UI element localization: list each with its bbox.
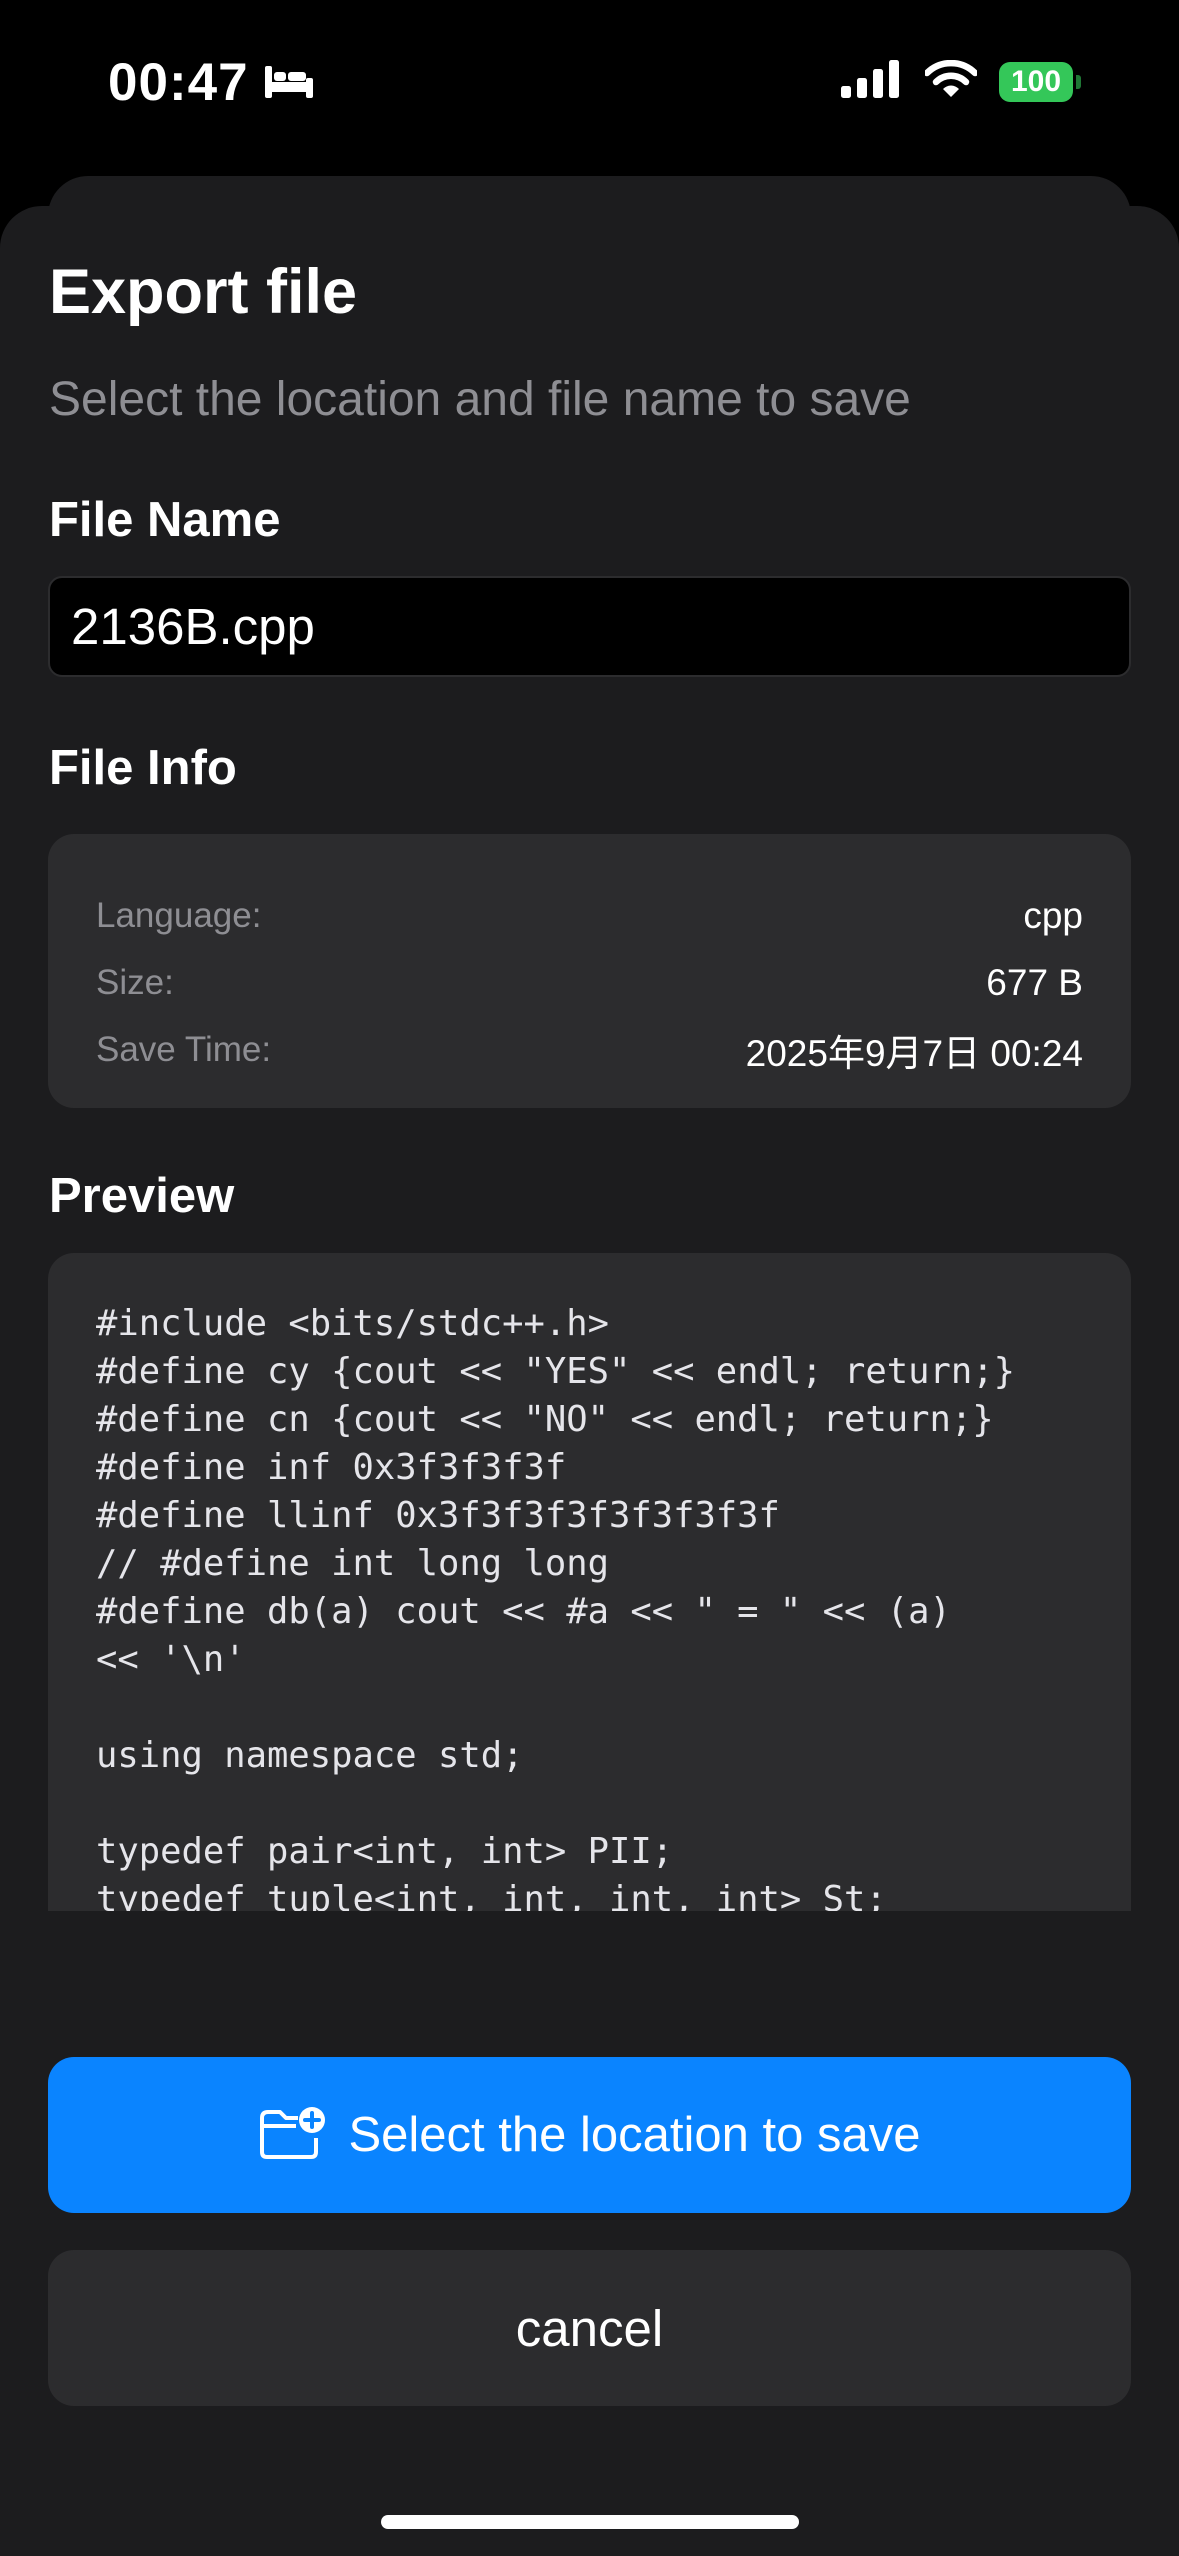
select-location-label: Select the location to save bbox=[348, 2108, 921, 2162]
info-value: 677 B bbox=[986, 961, 1083, 1003]
file-info-label: File Info bbox=[49, 741, 237, 795]
cancel-label: cancel bbox=[515, 2299, 664, 2357]
code-line: typedef pair<int, int> PII; bbox=[96, 1831, 674, 1872]
sheet-title: Export file bbox=[49, 257, 358, 327]
battery-level: 100 bbox=[1010, 64, 1062, 98]
preview-label: Preview bbox=[49, 1169, 235, 1223]
cellular-signal-icon bbox=[841, 60, 901, 103]
code-line: #define llinf 0x3f3f3f3f3f3f3f3f bbox=[96, 1495, 780, 1536]
battery-icon: 100 bbox=[999, 61, 1073, 102]
code-preview[interactable]: #include <bits/stdc++.h> #define cy {cou… bbox=[48, 1253, 1131, 1911]
info-key: Size: bbox=[96, 962, 174, 1002]
cancel-button[interactable]: cancel bbox=[48, 2250, 1131, 2406]
info-row-size: Size: 677 B bbox=[96, 949, 1083, 1016]
status-bar: 00:47 100 bbox=[0, 0, 1179, 170]
status-indicators: 100 bbox=[841, 59, 1081, 103]
info-row-save-time: Save Time: 2025年9月7日 00:24 bbox=[96, 1016, 1083, 1083]
status-time-text: 00:47 bbox=[108, 53, 249, 112]
bed-icon bbox=[263, 52, 315, 113]
info-value: cpp bbox=[1023, 894, 1083, 936]
code-line: using namespace std; bbox=[96, 1735, 524, 1776]
code-line: #define inf 0x3f3f3f3f bbox=[96, 1447, 567, 1488]
code-line: #include <bits/stdc++.h> bbox=[96, 1303, 609, 1344]
file-info-card: Language: cpp Size: 677 B Save Time: 202… bbox=[48, 834, 1131, 1108]
info-key: Language: bbox=[96, 895, 262, 935]
home-indicator[interactable] bbox=[381, 2515, 799, 2529]
info-row-language: Language: cpp bbox=[96, 882, 1083, 949]
code-line: #define db(a) cout << #a << " = " << (a) bbox=[96, 1591, 951, 1632]
info-value: 2025年9月7日 00:24 bbox=[745, 1032, 1083, 1074]
code-line: << '\n' bbox=[96, 1639, 246, 1680]
wifi-icon bbox=[923, 59, 979, 103]
code-line: typedef tuple<int, int, int, int> St; bbox=[96, 1879, 887, 1911]
status-time: 00:47 bbox=[108, 52, 315, 113]
folder-badge-plus-icon bbox=[258, 2106, 326, 2165]
file-name-label: File Name bbox=[49, 493, 281, 547]
battery-nub bbox=[1076, 74, 1081, 89]
code-line: #define cy {cout << "YES" << endl; retur… bbox=[96, 1351, 1016, 1392]
select-location-button[interactable]: Select the location to save bbox=[48, 2057, 1131, 2213]
file-name-input[interactable] bbox=[48, 576, 1131, 677]
code-line: // #define int long long bbox=[96, 1543, 609, 1584]
sheet-subtitle: Select the location and file name to sav… bbox=[49, 373, 911, 426]
code-line: #define cn {cout << "NO" << endl; return… bbox=[96, 1399, 994, 1440]
info-key: Save Time: bbox=[96, 1029, 272, 1069]
